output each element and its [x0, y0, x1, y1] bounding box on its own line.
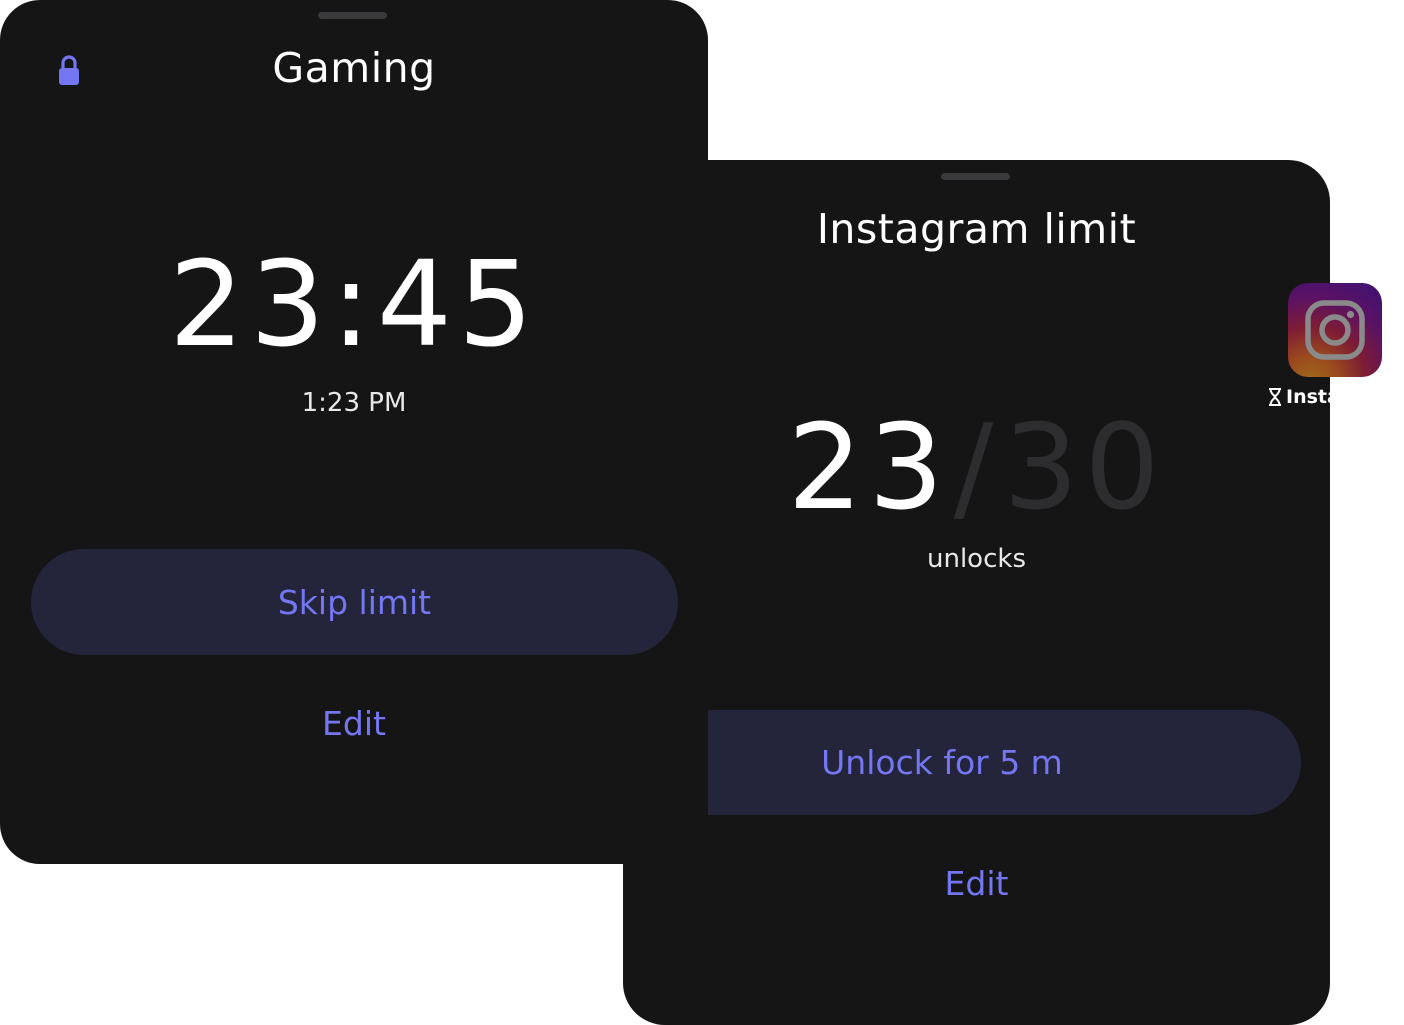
- skip-limit-label: Skip limit: [277, 582, 432, 622]
- countdown-timer: 23:45: [168, 235, 540, 373]
- hourglass-icon: [1269, 388, 1281, 406]
- sheet-title: Instagram limit: [816, 205, 1137, 253]
- unlock-count: 23: [787, 398, 950, 536]
- edit-link[interactable]: Edit: [623, 864, 1330, 903]
- unlock-button-label: Unlock for 5 m: [821, 743, 1063, 782]
- app-label: Instagram: [1268, 386, 1395, 408]
- instagram-limit-sheet: Instagram limit 23/30 unlocks Unlock for…: [623, 160, 1330, 1025]
- drag-handle[interactable]: [941, 173, 1010, 180]
- unlock-counter: 23/30: [623, 398, 1330, 536]
- app-name: Instagram: [1286, 386, 1396, 408]
- counter-separator: /: [953, 398, 1000, 536]
- gaming-sheet: Gaming 23:45 1:23 PM Skip limit Edit: [0, 0, 708, 864]
- sheet-title: Gaming: [272, 44, 436, 92]
- unlock-max: 30: [1003, 398, 1166, 536]
- end-time: 1:23 PM: [301, 388, 407, 418]
- unlock-button[interactable]: Unlock for 5 m: [623, 710, 1301, 815]
- skip-limit-button[interactable]: Skip limit: [31, 549, 678, 655]
- drag-handle[interactable]: [318, 12, 387, 19]
- edit-link[interactable]: Edit: [0, 704, 708, 743]
- instagram-app-icon[interactable]: [1288, 283, 1382, 377]
- counter-unit: unlocks: [927, 544, 1026, 574]
- instagram-icon: [1305, 300, 1365, 360]
